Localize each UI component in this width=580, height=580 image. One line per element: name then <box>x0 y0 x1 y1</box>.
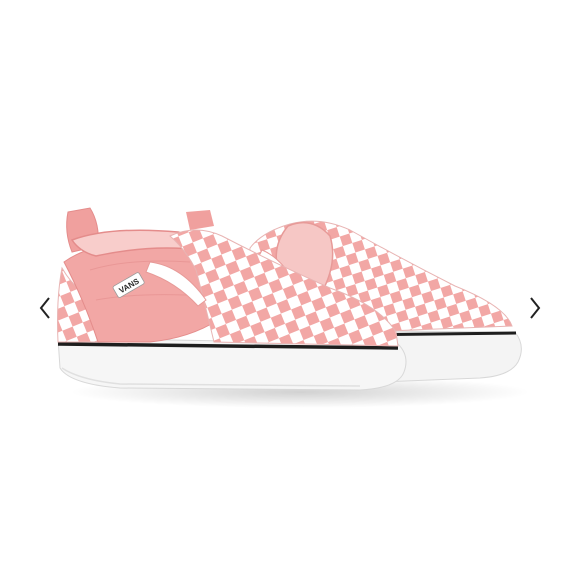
product-image-viewer: VANS <box>0 0 580 580</box>
chevron-left-icon <box>39 297 50 319</box>
product-photo-slip-on-sneakers: VANS <box>57 207 530 408</box>
chevron-right-icon <box>530 297 541 319</box>
next-image-button[interactable] <box>523 292 547 324</box>
previous-image-button[interactable] <box>33 292 57 324</box>
